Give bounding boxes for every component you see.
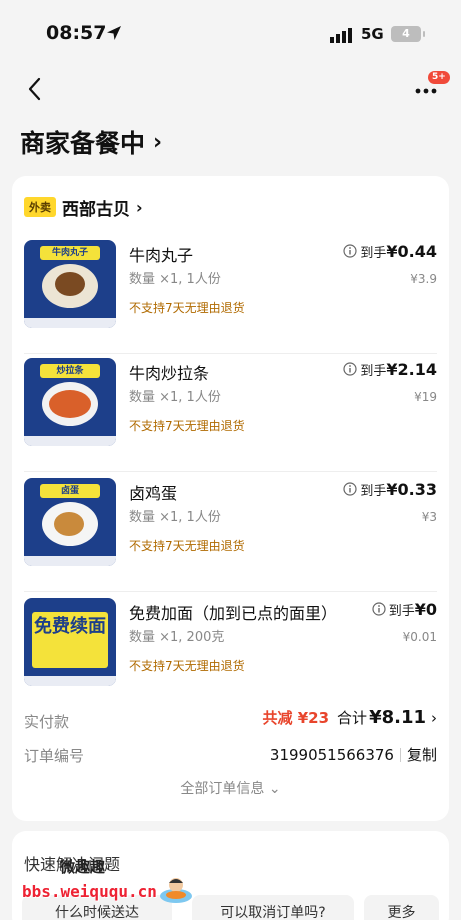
order-item[interactable]: 炒拉条 牛肉炒拉条 数量 ×1, 1人份 不支持7天无理由退货 到手 ¥2.14…: [12, 354, 449, 472]
order-card: 外卖 西部古贝 › 牛肉丸子 牛肉丸子 数量 ×1, 1人份 不支持7天无理由退…: [12, 176, 449, 821]
final-price-label: 到手: [388, 604, 415, 619]
payment-row[interactable]: 实付款 共减 ¥23 合计 ¥8.11 ›: [24, 705, 437, 735]
final-price-block[interactable]: 到手 ¥0.44: [343, 242, 437, 261]
swimmer-icon: [160, 878, 192, 903]
merchant-link[interactable]: 外卖 西部古贝 ›: [24, 195, 143, 220]
return-policy: 不支持7天无理由退货: [129, 539, 245, 553]
item-name: 牛肉丸子: [129, 246, 194, 265]
order-item[interactable]: 卤蛋 卤鸡蛋 数量 ×1, 1人份 不支持7天无理由退货 到手 ¥0.33 ¥3: [12, 474, 449, 592]
delivery-tag: 外卖: [24, 197, 56, 217]
final-price-label: 到手: [360, 484, 387, 499]
final-price-label: 到手: [360, 246, 387, 261]
order-number: 3199051566376: [269, 745, 394, 764]
signal-icon: [330, 28, 352, 43]
original-price: ¥19: [414, 390, 437, 404]
return-policy: 不支持7天无理由退货: [129, 301, 245, 315]
final-price: ¥0.33: [386, 480, 437, 499]
thumbnail-banner: 卤蛋: [40, 484, 100, 498]
watermark-url: bbs.weiququ.cn: [22, 882, 157, 901]
item-name: 免费加面（加到已点的面里）: [129, 604, 338, 623]
return-policy: 不支持7天无理由退货: [129, 419, 245, 433]
item-name: 卤鸡蛋: [129, 484, 178, 503]
final-price: ¥0.44: [386, 242, 437, 261]
location-arrow-icon: [107, 26, 121, 40]
watermark: 微趣趣 bbs.weiququ.cn: [22, 856, 202, 908]
return-policy: 不支持7天无理由退货: [129, 659, 245, 673]
info-icon[interactable]: [343, 244, 357, 258]
status-bar: 08:57 5G 4: [0, 0, 461, 64]
discount-amount: 共减 ¥23: [262, 709, 330, 727]
copy-button[interactable]: 复制: [407, 744, 437, 765]
order-number-row: 订单编号 3199051566376 复制: [24, 739, 437, 769]
merchant-name: 西部古贝: [62, 199, 130, 220]
item-thumbnail: 牛肉丸子: [24, 240, 116, 328]
chevron-right-icon: ›: [153, 129, 163, 155]
final-price: ¥0: [414, 600, 437, 619]
item-thumbnail: 免费续面: [24, 598, 116, 686]
order-item[interactable]: 牛肉丸子 牛肉丸子 数量 ×1, 1人份 不支持7天无理由退货 到手 ¥0.44…: [12, 236, 449, 354]
item-thumbnail: 卤蛋: [24, 478, 116, 566]
watermark-cn: 微趣趣: [60, 858, 106, 876]
thumbnail-banner: 免费续面: [32, 612, 108, 668]
order-status-header[interactable]: 商家备餐中 ›: [20, 126, 162, 158]
order-item[interactable]: 免费续面 免费加面（加到已点的面里） 数量 ×1, 200克 不支持7天无理由退…: [12, 594, 449, 712]
payment-label: 实付款: [24, 713, 70, 731]
item-quantity: 数量 ×1, 1人份: [129, 510, 221, 525]
item-name: 牛肉炒拉条: [129, 364, 210, 383]
network-label: 5G: [361, 25, 384, 43]
battery-icon: 4: [391, 26, 425, 42]
final-price-block[interactable]: 到手 ¥0.33: [343, 480, 437, 499]
final-price-block[interactable]: 到手 ¥0: [372, 600, 437, 619]
original-price: ¥0.01: [402, 630, 437, 644]
chevron-right-icon: ›: [136, 197, 143, 217]
help-chip-cancel-order[interactable]: 可以取消订单吗?: [192, 895, 354, 920]
all-order-info-toggle[interactable]: 全部订单信息 ⌄: [12, 778, 449, 798]
item-quantity: 数量 ×1, 1人份: [129, 272, 221, 287]
item-thumbnail: 炒拉条: [24, 358, 116, 446]
page-title: 商家备餐中: [20, 129, 146, 158]
item-quantity: 数量 ×1, 1人份: [129, 390, 221, 405]
original-price: ¥3: [421, 510, 437, 524]
payment-summary[interactable]: 共减 ¥23 合计 ¥8.11 ›: [263, 707, 438, 728]
info-icon[interactable]: [343, 362, 357, 376]
total-value: ¥8.11: [369, 707, 426, 728]
order-number-label: 订单编号: [24, 747, 85, 765]
final-price-block[interactable]: 到手 ¥2.14: [343, 360, 437, 379]
thumbnail-banner: 牛肉丸子: [40, 246, 100, 260]
thumbnail-banner: 炒拉条: [40, 364, 100, 378]
original-price: ¥3.9: [410, 272, 437, 286]
help-chip-more[interactable]: 更多: [364, 895, 439, 920]
chevron-right-icon: ›: [431, 709, 437, 727]
info-icon[interactable]: [343, 482, 357, 496]
notification-badge: 5+: [428, 71, 450, 84]
total-label: 合计: [337, 709, 368, 727]
info-icon[interactable]: [372, 602, 386, 616]
final-price: ¥2.14: [386, 360, 437, 379]
item-quantity: 数量 ×1, 200克: [129, 630, 225, 645]
final-price-label: 到手: [360, 364, 387, 379]
back-arrow-icon[interactable]: [24, 76, 48, 102]
status-time: 08:57: [46, 22, 107, 44]
